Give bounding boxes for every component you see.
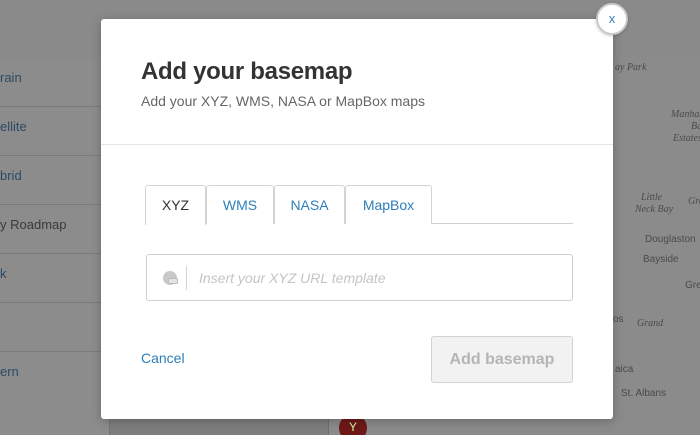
dialog-title: Add your basemap: [141, 58, 353, 85]
map-label: St. Albans: [621, 388, 667, 399]
map-label: Bayside: [643, 254, 679, 265]
map-preview-bottom: [328, 418, 613, 435]
close-icon[interactable]: x: [596, 3, 628, 35]
basemap-list-item-label: ern: [0, 364, 19, 379]
tab-mapbox[interactable]: MapBox: [345, 185, 432, 224]
map-label: Douglaston: [645, 234, 696, 245]
basemap-list-item: ern: [0, 352, 110, 401]
map-label: aica: [615, 364, 634, 375]
map-label: Grea: [685, 280, 700, 291]
basemap-list-item-label: brid: [0, 168, 22, 183]
add-basemap-button[interactable]: Add basemap: [431, 336, 573, 383]
basemap-type-tabs: XYZ WMS NASA MapBox: [145, 185, 573, 225]
map-label: ay Park: [615, 62, 647, 73]
tab-xyz[interactable]: XYZ: [145, 185, 206, 225]
map-label: Great: [688, 196, 700, 207]
dialog-subtitle: Add your XYZ, WMS, NASA or MapBox maps: [141, 93, 425, 109]
add-basemap-dialog: Add your basemap Add your XYZ, WMS, NASA…: [101, 19, 613, 419]
dialog-divider: [101, 144, 613, 145]
map-label: Estates: [673, 133, 700, 144]
basemap-list-item: ellite: [0, 107, 110, 156]
tab-nasa[interactable]: NASA: [274, 185, 345, 224]
basemap-list-item: y Roadmap: [0, 205, 110, 254]
basemap-list-item: brid: [0, 156, 110, 205]
field-separator: [186, 266, 187, 290]
basemap-list-item-label: k: [0, 266, 7, 281]
map-label: Manhasset: [671, 109, 700, 120]
map-preview: ay Park Manhasset Bay Estates Little Nec…: [613, 58, 700, 435]
link-globe-icon: [163, 271, 178, 285]
basemap-list-item: [0, 303, 110, 352]
cancel-link[interactable]: Cancel: [141, 350, 185, 366]
map-label: Neck Bay: [635, 204, 674, 215]
map-label: Bay: [691, 121, 700, 132]
map-label: Little: [641, 192, 663, 203]
basemap-list-item-label: ellite: [0, 119, 27, 134]
basemap-list-item: rain: [0, 58, 110, 107]
basemap-list-item-label: y Roadmap: [0, 217, 67, 232]
xyz-url-input[interactable]: [199, 255, 559, 300]
basemap-list-item-label: rain: [0, 70, 22, 85]
basemap-list: rain ellite brid y Roadmap k ern: [0, 58, 110, 435]
basemap-list-item: k: [0, 254, 110, 303]
xyz-url-field[interactable]: [146, 254, 573, 301]
map-label: Grand: [637, 318, 664, 329]
tab-wms[interactable]: WMS: [206, 185, 274, 224]
map-label: os: [613, 314, 624, 325]
